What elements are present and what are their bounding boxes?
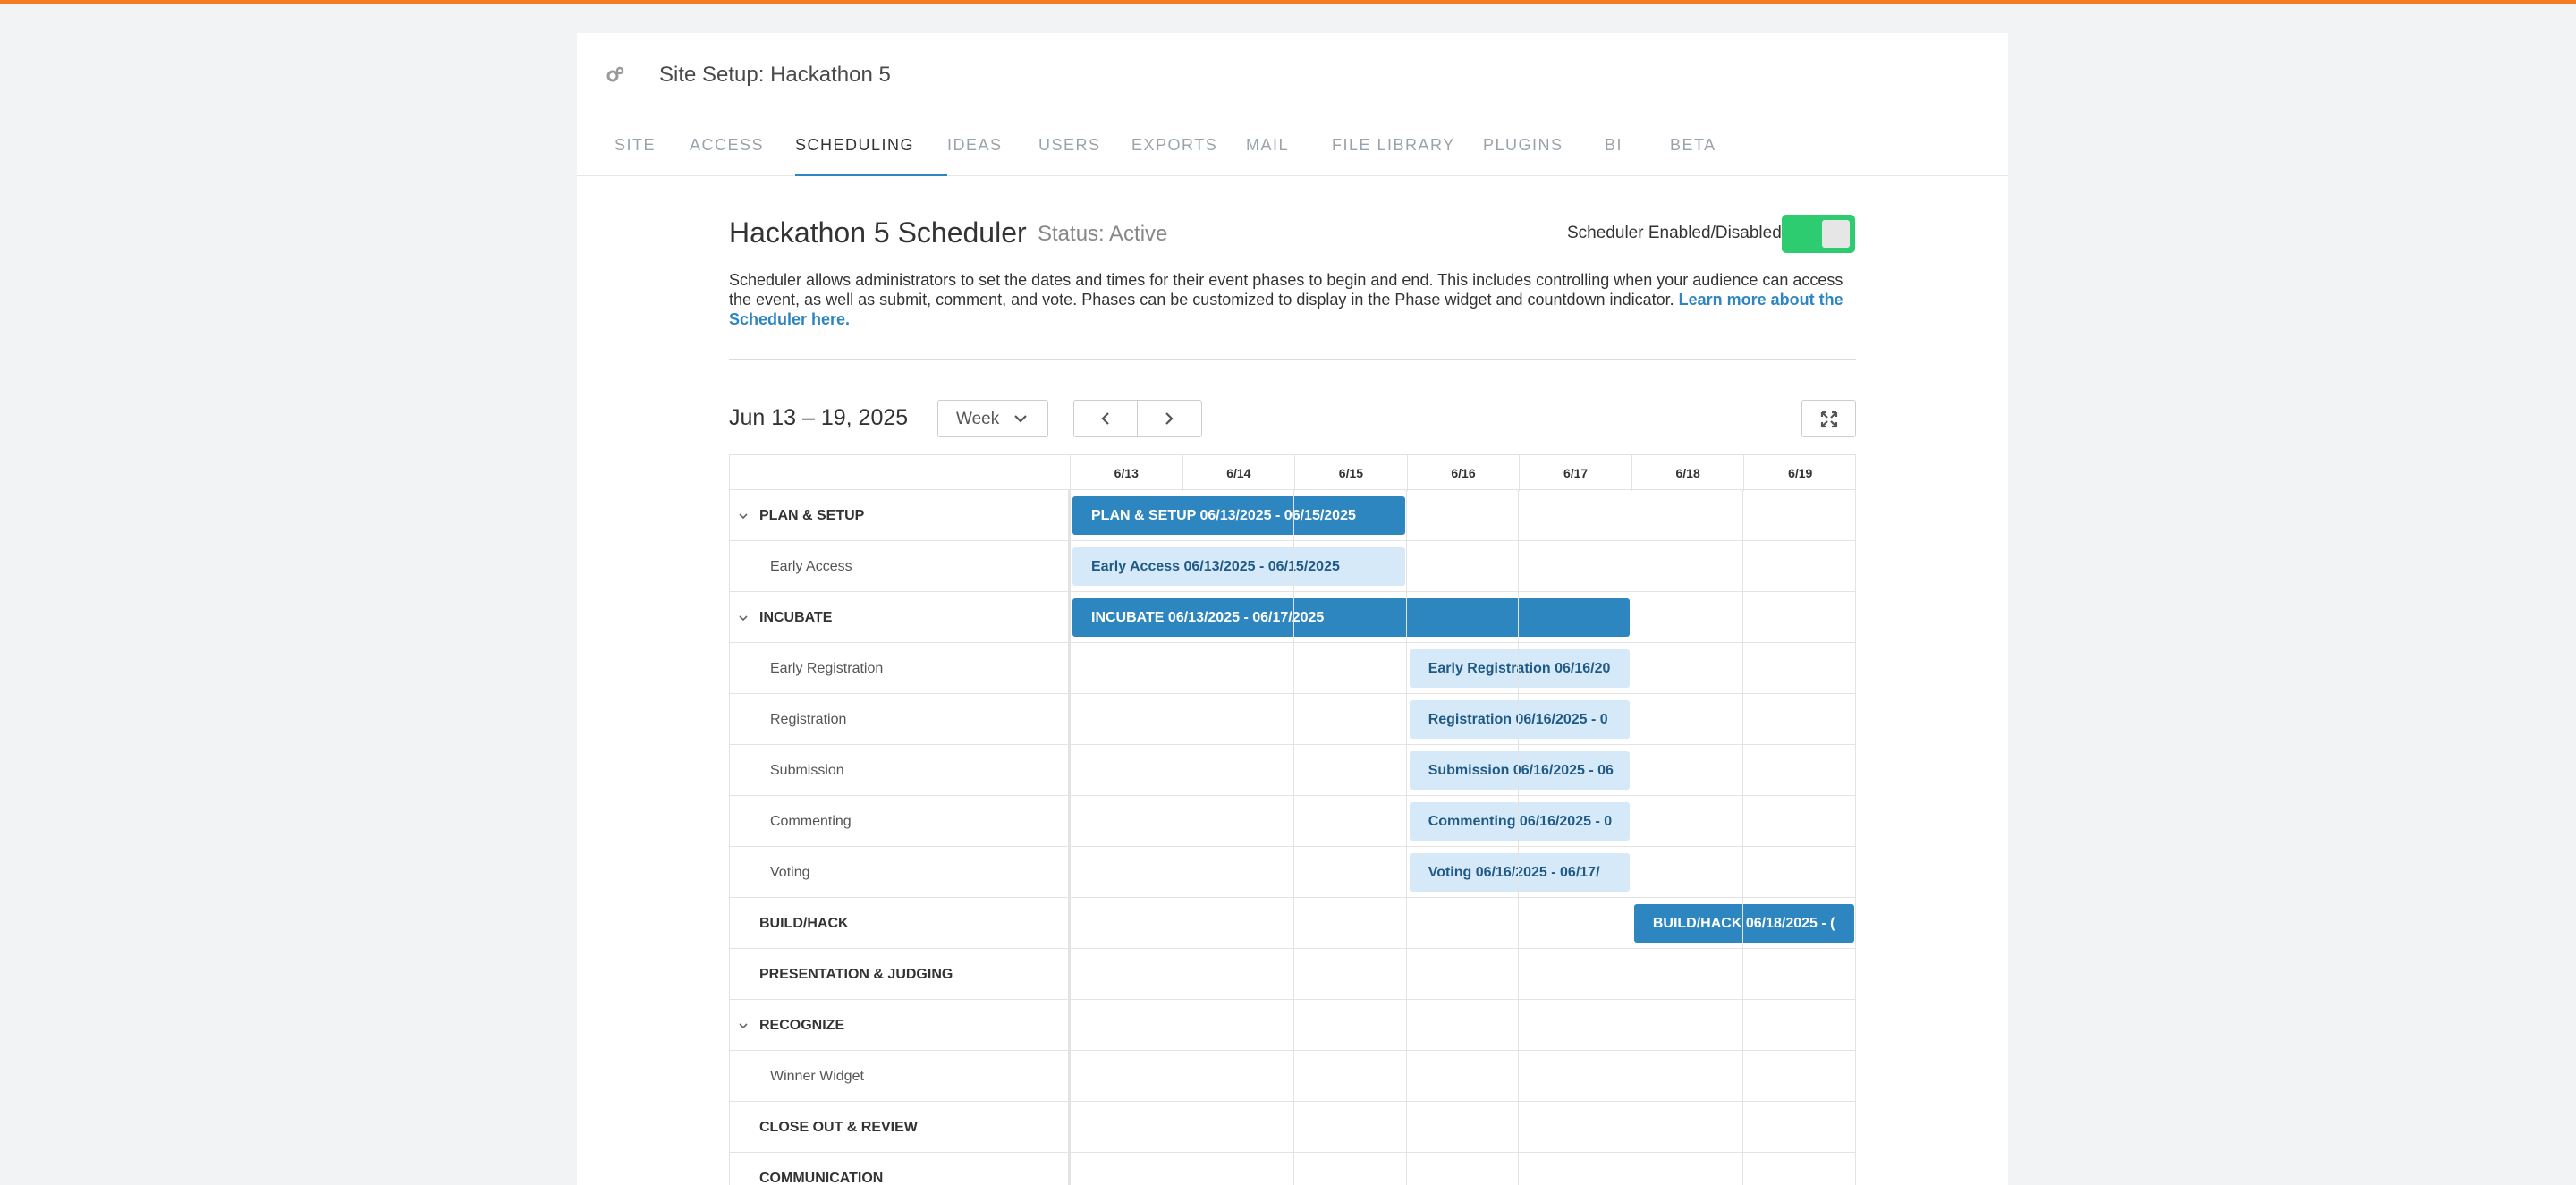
tab-bi[interactable]: BI [1605,136,1670,176]
phase-bar[interactable]: Early Access 06/13/2025 - 06/15/2025 [1072,547,1405,586]
phase-bar[interactable]: Commenting 06/16/2025 - 0 [1409,802,1630,841]
tab-mail[interactable]: MAIL [1246,136,1332,176]
divider [729,359,1856,360]
tab-file-library[interactable]: FILE LIBRARY [1332,136,1483,176]
page-header: Site Setup: Hackathon 5 SITE ACCESS SCHEDU… [577,33,2008,176]
expand-icon [1820,411,1838,428]
description-text: Scheduler allows administrators to set t… [729,271,1843,309]
scheduler-toggle[interactable] [1782,215,1855,253]
subphase-label: Voting [770,865,810,880]
phase-row: Voting Voting 06/16/2025 - 06/17/ [729,847,1856,898]
scheduler-toggle-label: Scheduler Enabled/Disabled [1567,224,1782,242]
scheduler-title: Hackathon 5 Scheduler [729,216,1027,249]
date-range: Jun 13 – 19, 2025 [729,405,909,430]
phase-row: CLOSE OUT & REVIEW [729,1102,1856,1153]
subphase-label: Early Registration [770,661,884,676]
phase-label: BUILD/HACK [759,916,849,931]
day-column-line [1518,490,1520,1185]
view-select[interactable]: Week [937,400,1048,437]
tab-beta[interactable]: BETA [1670,136,1724,176]
phase-row: Winner Widget [729,1051,1856,1102]
day-header: 6/18 [1631,455,1744,491]
phase-row: COMMUNICATION [729,1153,1856,1185]
day-column-line [1405,490,1407,1185]
phase-bar[interactable]: PLAN & SETUP 06/13/2025 - 06/15/2025 [1072,496,1405,535]
phase-label: RECOGNIZE [759,1018,845,1033]
phase-row: PLAN & SETUP PLAN & SETUP 06/13/2025 - 06… [729,490,1856,541]
day-column-line [1293,490,1295,1185]
day-header: 6/13 [1070,455,1182,491]
top-accent-bar [0,0,2576,4]
fullscreen-button[interactable] [1801,400,1856,437]
previous-week-button[interactable] [1073,400,1138,437]
phase-label: COMMUNICATION [759,1171,884,1185]
phase-bar[interactable]: Submission 06/16/2025 - 06 [1409,751,1630,790]
subphase-label: Commenting [770,814,852,829]
view-select-value: Week [956,410,1000,428]
phase-row: PRESENTATION & JUDGING [729,949,1856,1000]
phase-label: INCUBATE [759,610,833,625]
label-column-separator [1068,490,1071,1185]
day-header: 6/16 [1406,455,1520,491]
phase-row: Early Registration Early Registration 06/… [729,643,1856,694]
phase-row: Early Access Early Access 06/13/2025 - 06… [729,541,1856,592]
tab-access[interactable]: ACCESS [690,136,795,176]
tab-scheduling[interactable]: SCHEDULING [795,136,947,176]
phase-row: BUILD/HACK BUILD/HACK 06/18/2025 - ( [729,898,1856,949]
phase-row: Submission Submission 06/16/2025 - 06 [729,745,1856,796]
tab-ideas[interactable]: IDEAS [947,136,1038,176]
site-setup-card: Site Setup: Hackathon 5 SITE ACCESS SCHEDU… [577,33,2008,1185]
calendar-header: 6/13 6/14 6/15 6/16 6/17 6/18 6/19 [729,454,1856,491]
scheduler-status: Status: Active [1038,222,1168,246]
phase-row: Registration Registration 06/16/2025 - 0 [729,694,1856,745]
subphase-label: Submission [770,763,844,778]
chevron-left-icon [1101,412,1109,425]
toggle-knob [1822,220,1850,248]
scheduler-description: Scheduler allows administrators to set t… [729,270,1856,329]
subphase-label: Winner Widget [770,1069,864,1084]
collapse-caret-icon[interactable] [738,1021,749,1030]
phase-row: Commenting Commenting 06/16/2025 - 0 [729,796,1856,847]
phase-bar[interactable]: INCUBATE 06/13/2025 - 06/17/2025 [1072,598,1630,637]
phase-row: INCUBATE INCUBATE 06/13/2025 - 06/17/2025 [729,592,1856,643]
day-header: 6/14 [1182,455,1295,491]
collapse-caret-icon[interactable] [738,614,749,622]
tab-plugins[interactable]: PLUGINS [1483,136,1605,176]
tab-users[interactable]: USERS [1038,136,1131,176]
day-header: 6/19 [1743,455,1856,491]
phase-label: PRESENTATION & JUDGING [759,967,953,982]
chevron-down-icon [1014,415,1027,423]
tab-exports[interactable]: EXPORTS [1131,136,1246,176]
chevron-right-icon [1165,412,1174,425]
day-column-line [1742,490,1744,1185]
settings-tabs: SITE ACCESS SCHEDULING IDEAS USERS EXPORTS MAI… [614,136,1724,176]
phase-bar[interactable]: Registration 06/16/2025 - 0 [1409,700,1630,739]
phase-bar[interactable]: Early Registration 06/16/20 [1409,649,1630,688]
next-week-button[interactable] [1138,400,1202,437]
phase-row: RECOGNIZE [729,1000,1856,1051]
phase-label: CLOSE OUT & REVIEW [759,1120,918,1135]
page-title: Site Setup: Hackathon 5 [659,63,891,87]
tab-site[interactable]: SITE [614,136,690,176]
collapse-caret-icon[interactable] [738,512,749,521]
phase-label: PLAN & SETUP [759,508,865,523]
subphase-label: Early Access [770,559,852,574]
day-header: 6/15 [1294,455,1407,491]
phase-bar[interactable]: Voting 06/16/2025 - 06/17/ [1409,853,1630,892]
phase-bar[interactable]: BUILD/HACK 06/18/2025 - ( [1633,904,1854,943]
subphase-label: Registration [770,712,847,727]
gears-icon [606,66,624,82]
day-header: 6/17 [1519,455,1631,491]
